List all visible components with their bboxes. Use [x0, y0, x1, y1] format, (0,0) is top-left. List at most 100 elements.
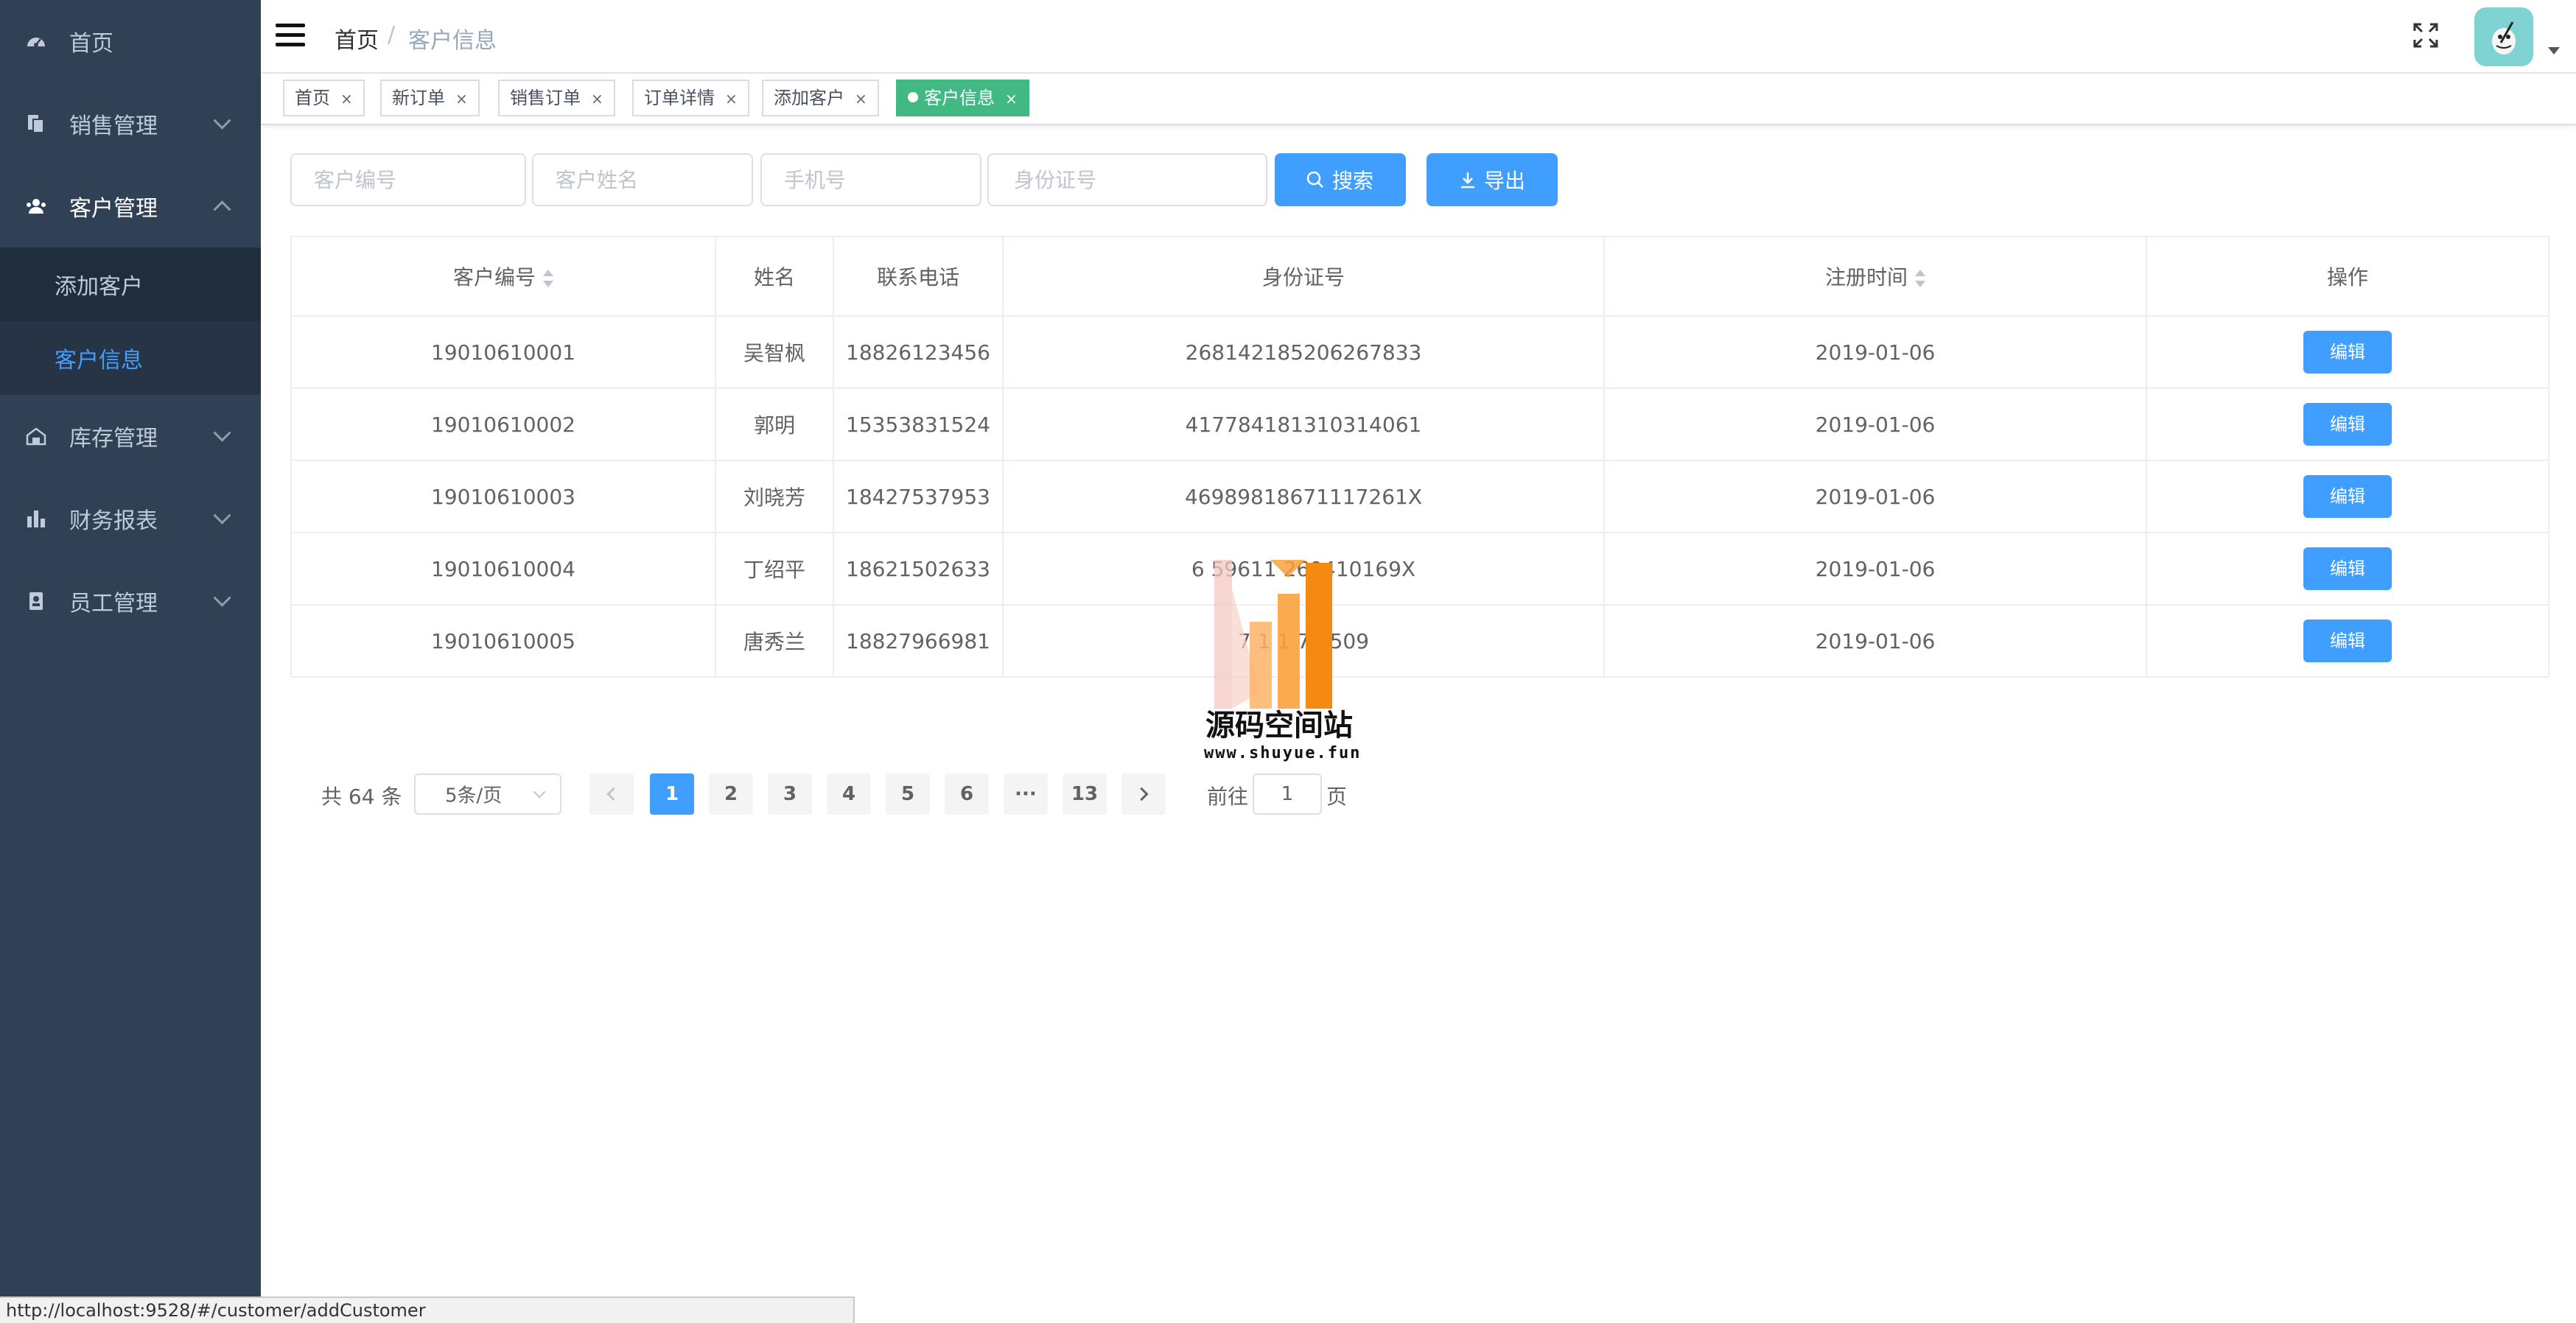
dashboard-icon: [27, 38, 45, 47]
navbar: 首页 / 客户信息: [261, 0, 2576, 74]
page-button-6[interactable]: 6: [945, 773, 989, 815]
column-header-actions: 操作: [2146, 236, 2549, 317]
export-button[interactable]: 导出: [1427, 153, 1558, 206]
close-icon[interactable]: ×: [340, 90, 353, 108]
tag-label: 添加客户: [774, 88, 844, 108]
page-button-1[interactable]: 1: [650, 773, 694, 815]
cell-phone: 18827966981: [833, 604, 1004, 678]
column-header-idcard: 身份证号: [1002, 236, 1605, 317]
close-icon[interactable]: ×: [591, 90, 603, 108]
idcard-input[interactable]: [987, 153, 1267, 206]
cell-phone: 18826123456: [833, 315, 1004, 389]
cell-name: 刘晓芳: [715, 460, 834, 533]
cell-phone: 15353831524: [833, 387, 1004, 461]
edit-button[interactable]: 编辑: [2303, 547, 2392, 590]
sidebar-subitem-add-customer[interactable]: 添加客户: [0, 248, 261, 321]
sidebar-item-inventory[interactable]: 库存管理: [0, 395, 261, 477]
tag-label: 客户信息: [924, 88, 995, 108]
column-header-name: 姓名: [715, 236, 834, 317]
cell-idcard: 417784181310314061: [1002, 387, 1605, 461]
cell-name: 吴智枫: [715, 315, 834, 389]
tag-customer-info[interactable]: 客户信息 ×: [896, 80, 1029, 116]
tag-label: 首页: [295, 88, 330, 108]
column-header-customer-id[interactable]: 客户编号: [290, 236, 716, 317]
watermark-url: www.shuyue.fun: [1204, 744, 1362, 762]
phone-input[interactable]: [760, 153, 981, 206]
customer-id-input[interactable]: [290, 153, 526, 206]
sidebar-item-sales[interactable]: 销售管理: [0, 83, 261, 165]
sidebar-item-staff[interactable]: 员工管理: [0, 560, 261, 642]
sidebar-subitem-label: 客户信息: [55, 348, 143, 373]
people-icon: [27, 199, 46, 214]
tag-order-detail[interactable]: 订单详情 ×: [632, 80, 749, 116]
cell-register-date: 2019-01-06: [1603, 532, 2147, 606]
table-header-row: 客户编号 姓名 联系电话 身份证号 注册时间 操作: [290, 236, 2549, 317]
chevron-up-icon: [213, 200, 231, 219]
tags-view: 首页 × 新订单 × 销售订单 × 订单详情 × 添加客户 × 客户信息 ×: [261, 74, 2576, 125]
breadcrumb-home[interactable]: 首页: [335, 22, 379, 55]
chevron-right-icon: [1135, 787, 1149, 801]
cell-idcard: 268142185206267833: [1002, 315, 1605, 389]
cell-actions: 编辑: [2146, 315, 2549, 389]
prev-page-button[interactable]: [589, 773, 634, 815]
page-button-13[interactable]: 13: [1063, 773, 1107, 815]
sidebar-item-finance[interactable]: 财务报表: [0, 477, 261, 560]
tag-new-order[interactable]: 新订单 ×: [380, 80, 480, 116]
cell-actions: 编辑: [2146, 387, 2549, 461]
tag-sales-order[interactable]: 销售订单 ×: [498, 80, 615, 116]
edit-button[interactable]: 编辑: [2303, 620, 2392, 662]
cell-register-date: 2019-01-06: [1603, 604, 2147, 678]
cell-register-date: 2019-01-06: [1603, 315, 2147, 389]
avatar[interactable]: [2474, 7, 2533, 66]
fullscreen-icon[interactable]: [2412, 22, 2439, 49]
download-icon: [1461, 172, 1474, 189]
export-button-label: 导出: [1484, 169, 1526, 193]
chevron-down-icon: [213, 111, 231, 130]
tag-label: 订单详情: [644, 88, 715, 108]
page-size-select[interactable]: 5条/页: [414, 773, 561, 815]
search-button-label: 搜索: [1332, 169, 1374, 193]
table-row: 19010610001 吴智枫 18826123456 268142185206…: [290, 315, 2549, 389]
sort-icon[interactable]: [543, 270, 553, 287]
page-button-3[interactable]: 3: [768, 773, 812, 815]
tag-home[interactable]: 首页 ×: [283, 80, 365, 116]
sidebar-item-customers[interactable]: 客户管理: [0, 165, 261, 248]
cell-phone: 18621502633: [833, 532, 1004, 606]
hamburger-icon[interactable]: [276, 24, 305, 47]
edit-button[interactable]: 编辑: [2303, 475, 2392, 518]
caret-down-icon[interactable]: [2548, 47, 2560, 55]
close-icon[interactable]: ×: [855, 90, 867, 108]
page-button-2[interactable]: 2: [709, 773, 753, 815]
column-header-register-date[interactable]: 注册时间: [1603, 236, 2147, 317]
close-icon[interactable]: ×: [725, 90, 738, 108]
cell-actions: 编辑: [2146, 532, 2549, 606]
cell-name: 丁绍平: [715, 532, 834, 606]
table-row: 19010610002 郭明 15353831524 4177841813103…: [290, 387, 2549, 461]
close-icon[interactable]: ×: [455, 90, 468, 108]
sort-icon[interactable]: [1915, 270, 1925, 287]
active-dot-icon: [908, 92, 918, 102]
page-button-5[interactable]: 5: [886, 773, 930, 815]
edit-button[interactable]: 编辑: [2303, 331, 2392, 373]
more-pages-button[interactable]: ···: [1004, 773, 1048, 815]
edit-button[interactable]: 编辑: [2303, 403, 2392, 446]
cell-register-date: 2019-01-06: [1603, 460, 2147, 533]
sidebar-item-label: 财务报表: [69, 508, 158, 534]
sidebar-subitem-customer-info[interactable]: 客户信息: [0, 321, 261, 395]
browser-status-url: http://localhost:9528/#/customer/addCust…: [0, 1296, 855, 1323]
table-row: 19010610005 唐秀兰 18827966981 7 1 1 7 5509…: [290, 604, 2549, 678]
chevron-down-icon: [213, 589, 231, 607]
next-page-button[interactable]: [1121, 773, 1166, 815]
table-row: 19010610004 丁绍平 18621502633 6 59611 2604…: [290, 532, 2549, 606]
sidebar-item-home[interactable]: 首页: [0, 0, 261, 83]
search-button[interactable]: 搜索: [1275, 153, 1406, 206]
page-button-4[interactable]: 4: [827, 773, 871, 815]
tag-add-customer[interactable]: 添加客户 ×: [762, 80, 879, 116]
pagination-total: 共 64 条: [321, 785, 402, 809]
search-icon: [1306, 171, 1323, 188]
goto-page-input[interactable]: [1253, 773, 1322, 815]
goto-suffix: 页: [1326, 785, 1348, 809]
close-icon[interactable]: ×: [1005, 90, 1018, 108]
sidebar-item-label: 首页: [69, 31, 113, 57]
customer-name-input[interactable]: [532, 153, 753, 206]
